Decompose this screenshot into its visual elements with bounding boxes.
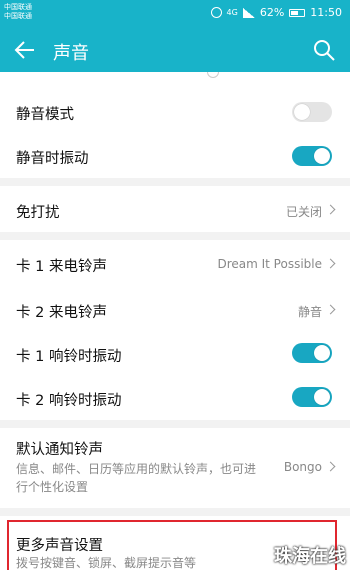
settings-list[interactable]: 静音模式 静音时振动 免打扰 已关闭 卡 1 来电铃声 Dream It Pos… [0,72,350,570]
card1-vibrate-label: 卡 1 响铃时振动 [16,349,122,365]
settings-group-silent: 静音模式 静音时振动 [0,72,350,178]
carrier-info: 中国联通 中国联通 [4,3,32,21]
app-bar: 声音 [0,28,350,72]
carrier-1: 中国联通 [4,3,32,11]
card2-ringtone-label: 卡 2 来电铃声 [16,305,107,321]
watermark: 珠海在线 [274,546,346,567]
chevron-right-icon [325,204,336,215]
battery-icon [289,8,306,17]
notification-sound-desc: 信息、邮件、日历等应用的默认铃声，也可进行个性化设置 [16,462,257,494]
vibrate-silent-row[interactable]: 静音时振动 [0,134,350,178]
signal-icon [242,7,255,18]
card1-ringtone-label: 卡 1 来电铃声 [16,259,107,275]
silent-mode-label: 静音模式 [16,107,74,123]
arrow-left-icon[interactable] [12,37,38,63]
card2-ringtone-value: 静音 [297,305,322,319]
scroll-indicator-icon [207,72,219,78]
toggle-knob [314,148,330,164]
notification-sound-row[interactable]: 默认通知铃声 信息、邮件、日历等应用的默认铃声，也可进行个性化设置 Bongo [0,428,350,508]
toggle-knob [314,389,330,405]
page-title: 声音 [53,43,89,64]
status-bar: 中国联通 中国联通 4G 62% 11:50 [0,0,350,28]
card2-vibrate-toggle[interactable] [292,387,332,407]
card1-ringtone-row[interactable]: 卡 1 来电铃声 Dream It Possible [0,240,350,286]
vibrate-silent-toggle[interactable] [292,146,332,166]
notification-sound-value: Bongo [283,460,322,474]
dnd-label: 免打扰 [16,205,60,221]
toggle-knob [294,104,310,120]
card2-vibrate-row[interactable]: 卡 2 响铃时振动 [0,376,350,420]
vibrate-silent-label: 静音时振动 [16,151,89,167]
alarm-icon [210,7,222,18]
chevron-right-icon [325,258,336,269]
notification-sound-label: 默认通知铃声 [16,442,103,458]
dnd-value: 已关闭 [285,205,322,219]
card1-vibrate-toggle[interactable] [292,343,332,363]
silent-mode-row[interactable]: 静音模式 [0,88,350,136]
chevron-right-icon [325,304,336,315]
battery-percent: 62% [259,6,285,19]
search-icon[interactable] [312,38,336,62]
card2-vibrate-label: 卡 2 响铃时振动 [16,393,122,409]
settings-group-ringtones: 卡 1 来电铃声 Dream It Possible 卡 2 来电铃声 静音 卡… [0,240,350,420]
settings-group-notification: 默认通知铃声 信息、邮件、日历等应用的默认铃声，也可进行个性化设置 Bongo [0,428,350,508]
card1-vibrate-row[interactable]: 卡 1 响铃时振动 [0,332,350,376]
carrier-2: 中国联通 [4,12,32,20]
chevron-right-icon [325,461,336,472]
battery-level [291,10,299,15]
clock: 11:50 [310,6,342,19]
toggle-knob [314,345,330,361]
silent-mode-toggle[interactable] [292,102,332,122]
card1-ringtone-value: Dream It Possible [217,257,322,271]
dnd-row[interactable]: 免打扰 已关闭 [0,186,350,232]
status-icons: 4G 62% 11:50 [210,6,342,19]
settings-group-dnd: 免打扰 已关闭 [0,186,350,232]
card2-ringtone-row[interactable]: 卡 2 来电铃声 静音 [0,286,350,332]
network-type: 4G [226,8,238,17]
